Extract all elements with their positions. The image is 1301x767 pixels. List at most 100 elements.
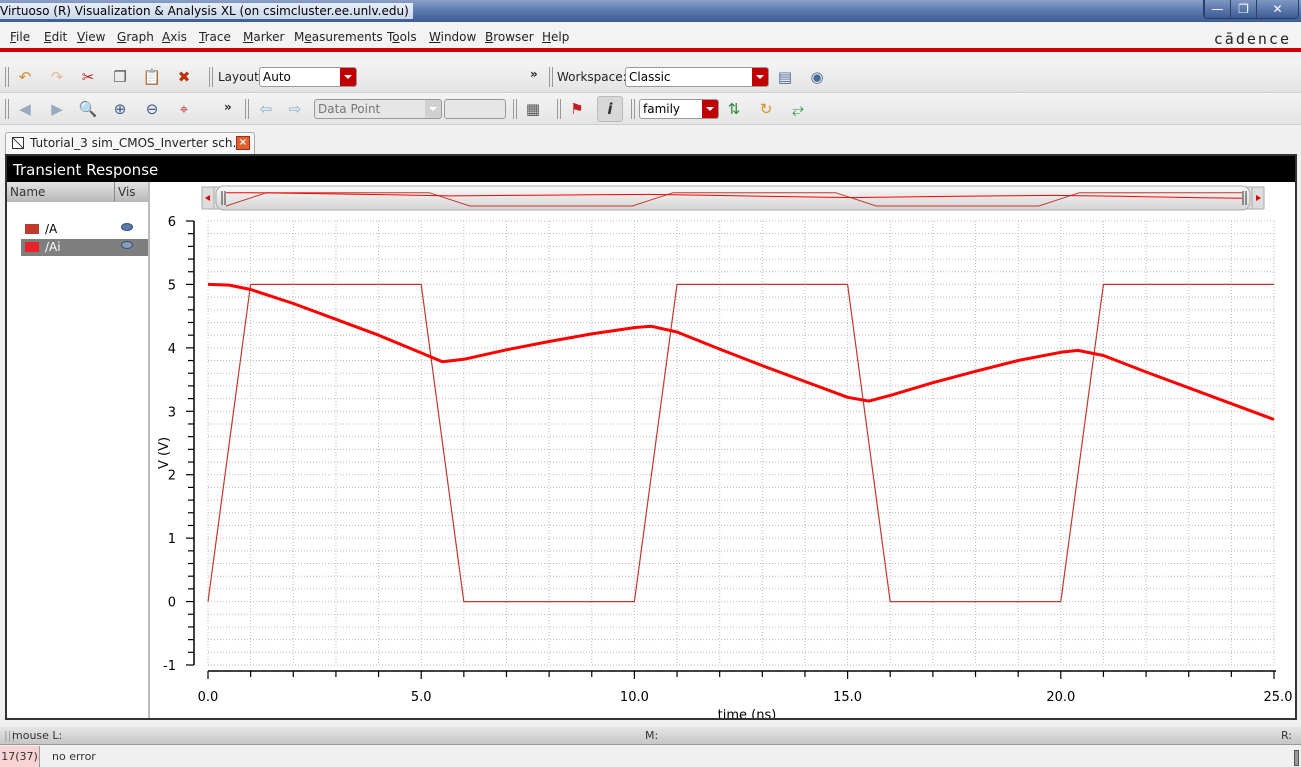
tab-bar: Tutorial_3 sim_CMOS_Inverter sch... ×: [0, 130, 1301, 154]
y-tick-label: 2: [168, 469, 176, 484]
undo-icon[interactable]: ↶: [14, 66, 36, 88]
close-window-button[interactable]: ✕: [1256, 0, 1298, 18]
redo-icon[interactable]: ↷: [46, 66, 68, 88]
graph-frame: Transient Response Name Vis /A /Ai -1 0 …: [5, 154, 1297, 723]
delete-workspace-icon[interactable]: ◉: [806, 66, 828, 88]
prev-marker-icon[interactable]: ⇦: [255, 98, 277, 120]
mouse-left-status: mouse L:: [12, 729, 63, 742]
copy-icon[interactable]: ❐: [109, 66, 131, 88]
mouse-middle-status: M:: [645, 729, 659, 742]
zoom-next-icon[interactable]: ▶: [46, 98, 68, 120]
save-workspace-icon[interactable]: ▤: [774, 66, 796, 88]
toolbar-grip[interactable]: [5, 99, 9, 119]
toolbar-overflow-button[interactable]: »: [530, 67, 538, 81]
panel-title: Transient Response: [7, 156, 1295, 182]
chevron-down-icon: [702, 100, 718, 118]
next-marker-icon[interactable]: ⇨: [284, 98, 306, 120]
zoom-fit-icon[interactable]: 🔍: [77, 98, 99, 120]
command-count: 17(37): [0, 746, 40, 767]
mouse-status-bar: ||| mouse L: M: R:: [0, 727, 1301, 745]
toolbar-grip[interactable]: [631, 99, 635, 119]
y-tick-label: -1: [163, 659, 176, 674]
x-tick-label: 20.0: [1046, 690, 1075, 705]
workspace-value: Classic: [629, 70, 671, 84]
chart-area: -1 0 1 2 3 4 5 6 0.0 5.0 10.0 15.0 20.0 25.0 time (ns…: [152, 182, 1295, 723]
menu-marker[interactable]: Marker: [243, 30, 284, 44]
menu-view[interactable]: View: [77, 30, 105, 44]
marker-flag-icon[interactable]: ⚑: [566, 98, 588, 120]
y-tick-label: 3: [168, 405, 176, 420]
menu-help[interactable]: Help: [542, 30, 569, 44]
layout-value: Auto: [263, 70, 291, 84]
menu-trace[interactable]: Trace: [199, 30, 231, 44]
toolbar-grip[interactable]: [513, 99, 517, 119]
combine-traces-icon[interactable]: ⥂: [787, 98, 809, 120]
chevron-down-icon: [340, 68, 356, 86]
menu-browser[interactable]: Browser: [485, 30, 534, 44]
minimize-button[interactable]: —: [1204, 0, 1230, 18]
zoom-out-icon[interactable]: ⊖: [141, 98, 163, 120]
overview-strip[interactable]: [201, 185, 1265, 211]
family-select[interactable]: family: [639, 99, 719, 119]
trace-color-swatch: [25, 224, 39, 234]
menu-window[interactable]: Window: [429, 30, 476, 44]
close-tab-icon[interactable]: ×: [236, 136, 250, 150]
delete-icon[interactable]: ✖: [173, 66, 195, 88]
menu-graph[interactable]: Graph: [117, 30, 154, 44]
split-traces-icon[interactable]: ⇅: [723, 98, 745, 120]
toolbar-grip[interactable]: [245, 99, 249, 119]
chevron-down-icon: [752, 68, 768, 86]
error-bar: 17(37) no error: [0, 746, 1301, 767]
menu-bar: File Edit View Graph Axis Trace Marker M…: [0, 22, 1301, 52]
legend-name-header[interactable]: Name: [10, 185, 45, 199]
legend-vis-header[interactable]: Vis: [114, 182, 136, 202]
toolbar-grip[interactable]: [5, 67, 9, 87]
eye-icon[interactable]: [121, 223, 133, 231]
zoom-in-icon[interactable]: ⊕: [109, 98, 131, 120]
y-tick-label: 0: [168, 596, 176, 611]
legend-item[interactable]: /Ai: [21, 239, 148, 256]
datapoint-input[interactable]: [444, 99, 506, 119]
trace-color-swatch: [25, 242, 39, 252]
menu-file[interactable]: File: [10, 30, 30, 44]
menu-edit[interactable]: Edit: [44, 30, 67, 44]
zoom-prev-icon[interactable]: ◀: [14, 98, 36, 120]
info-balloon-icon[interactable]: i: [597, 96, 623, 122]
datapoint-select[interactable]: Data Point: [314, 99, 442, 119]
toolbar-grip[interactable]: [549, 67, 553, 87]
window-titlebar: Virtuoso (R) Visualization & Analysis XL…: [0, 0, 1301, 22]
x-axis-label: time (ns): [718, 708, 777, 718]
toolbar-grip[interactable]: [557, 99, 561, 119]
reload-icon[interactable]: ↻: [755, 98, 777, 120]
x-tick-label: 5.0: [411, 690, 432, 705]
legend-item[interactable]: /A: [21, 221, 148, 238]
layout-select[interactable]: Auto: [259, 67, 357, 87]
menu-measurements[interactable]: Measurements: [294, 30, 383, 44]
x-tick-label: 25.0: [1264, 690, 1293, 705]
family-value: family: [643, 102, 681, 116]
eye-icon[interactable]: [121, 241, 133, 249]
y-axis-label: V (V): [157, 437, 172, 469]
tab-tutorial3[interactable]: Tutorial_3 sim_CMOS_Inverter sch... ×: [5, 132, 255, 154]
workspace-select[interactable]: Classic: [625, 67, 769, 87]
cut-icon[interactable]: ✂: [77, 66, 99, 88]
toolbar-overflow-button[interactable]: »: [224, 100, 232, 114]
layout-label: Layout:: [218, 70, 263, 84]
trace-name: /A: [45, 222, 58, 236]
transient-chart[interactable]: -1 0 1 2 3 4 5 6 0.0 5.0 10.0 15.0 20.0 25.0 time (ns…: [152, 182, 1295, 723]
calculator-icon[interactable]: ▦: [522, 98, 544, 120]
restore-button[interactable]: ❐: [1230, 0, 1256, 18]
paste-icon[interactable]: 📋: [141, 66, 163, 88]
menu-axis[interactable]: Axis: [162, 30, 187, 44]
chevron-down-icon: [425, 100, 441, 118]
toolbar-grip[interactable]: [209, 67, 213, 87]
status-scrollbar[interactable]: [1294, 750, 1299, 766]
menu-tools[interactable]: Tools: [387, 30, 417, 44]
datapoint-value: Data Point: [318, 102, 381, 116]
trace-ai[interactable]: [207, 282, 1275, 421]
error-message: no error: [52, 750, 96, 763]
overview-slider[interactable]: [215, 185, 1251, 211]
legend-header: Name Vis: [7, 182, 148, 202]
zoom-strip-icon[interactable]: ⌖: [173, 98, 195, 120]
window-title: Virtuoso (R) Visualization & Analysis XL…: [0, 3, 413, 19]
